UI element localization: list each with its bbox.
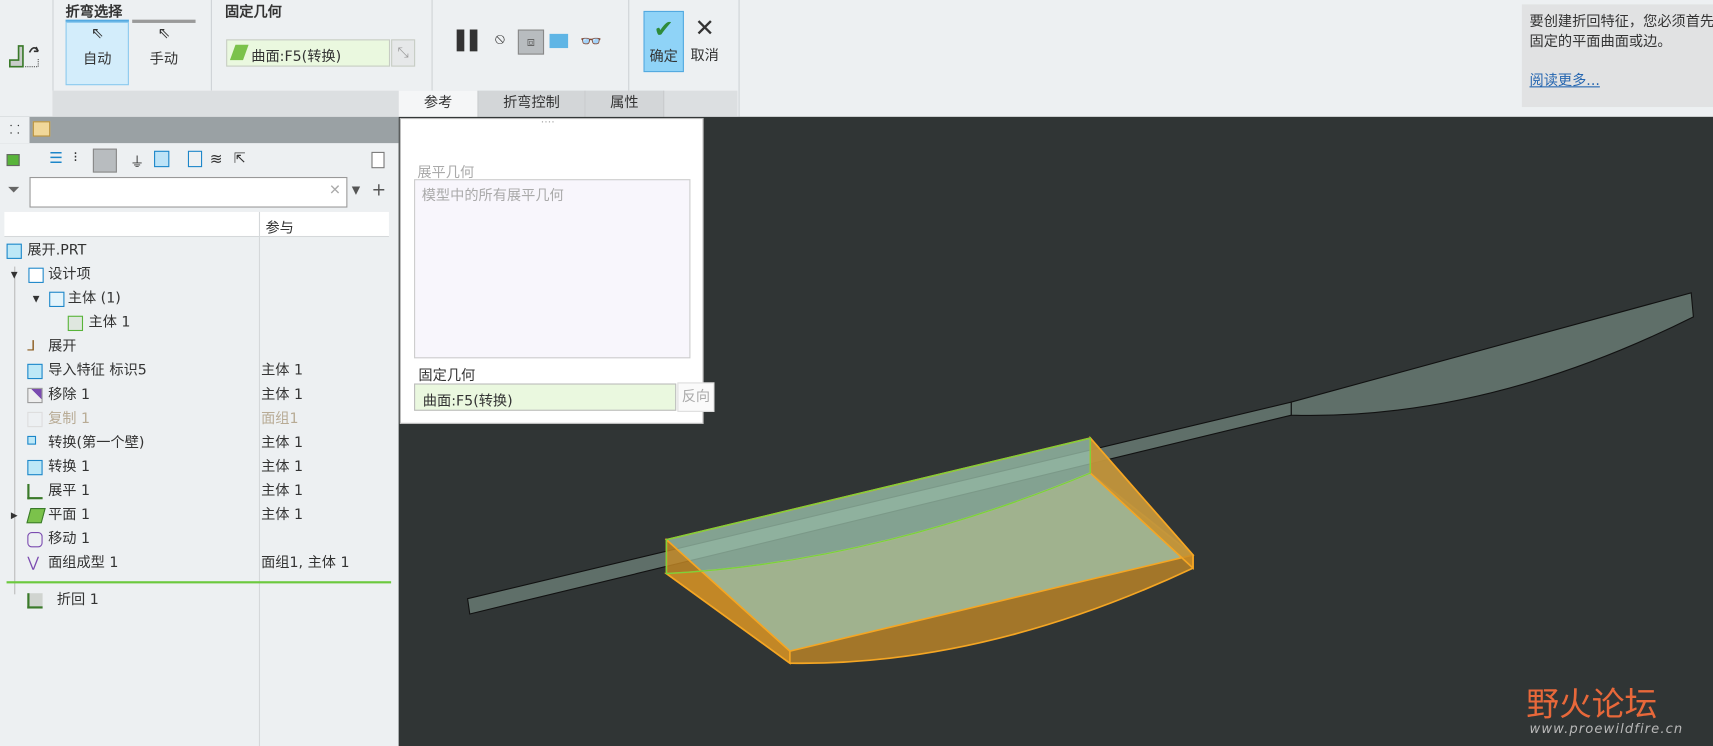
manual-cursor-icon: ⇖ (157, 25, 171, 43)
flange-back-feature-icon (8, 42, 41, 70)
tab-references[interactable]: 参考 (398, 90, 479, 117)
tree-filter-icon[interactable]: ⏚ (130, 151, 144, 171)
remove-icon (27, 387, 43, 404)
ok-button[interactable]: ✔ 确定 (643, 10, 684, 73)
panel-grip[interactable]: ···· (541, 117, 555, 129)
checkmark-icon: ✔ (653, 16, 674, 44)
manual-button[interactable]: ⇖ 手动 (132, 22, 195, 85)
tree-item[interactable]: 移动 1 (0, 528, 393, 552)
pause-button[interactable] (456, 29, 481, 52)
auto-button[interactable]: ⇖ 自动 (65, 21, 129, 86)
tree-item[interactable]: 导入特征 标识5 主体 1 (0, 359, 393, 383)
tree-item[interactable]: 复制 1 面组1 (0, 408, 393, 432)
page-icon[interactable] (371, 151, 385, 169)
layers-icon[interactable]: ≋ (210, 151, 223, 168)
expand-all-icon[interactable]: ☰ (49, 150, 63, 167)
tree-item[interactable]: 主体 1 (0, 311, 393, 335)
tab-properties[interactable]: 属性 (585, 90, 665, 117)
tree-toolbar: ☰ ⁝ ⏚ ≋ ⇱ (0, 147, 399, 173)
filter-icon: ⏷ (7, 181, 20, 199)
surface-icon (229, 44, 249, 61)
tree-item[interactable]: 展开.PRT (0, 239, 393, 263)
help-panel: 要创建折回特征，您必须首先 固定的平面曲面或边。 阅读更多... (1521, 4, 1713, 108)
tree-columns-icon[interactable] (154, 150, 170, 168)
column-header-participation[interactable]: 参与 (265, 216, 293, 237)
cancel-button[interactable]: ✕ 取消 (686, 13, 723, 72)
bodies-icon (49, 291, 65, 307)
select-tree-icon[interactable]: ⇱ (234, 151, 246, 167)
watermark-url: www.proewildfire.cn (1529, 721, 1684, 737)
glasses-icon[interactable]: 👓 (580, 31, 602, 52)
collapse-icon[interactable]: ⁝ (73, 150, 78, 166)
preview-geometry-button[interactable]: ⧈ (517, 29, 545, 55)
bend-select-title: 折弯选择 (65, 4, 123, 21)
tree-item[interactable]: ▼ 主体 (1) (0, 287, 393, 311)
references-panel: ···· 展平几何 模型中的所有展平几何 固定几何 曲面:F5(转换) 反向 (399, 117, 715, 424)
move-icon (27, 532, 43, 548)
tree-item[interactable]: 展平 1 主体 1 (0, 480, 393, 504)
tree-item[interactable]: ▼ 设计项 (0, 263, 393, 287)
settings-list-icon[interactable] (187, 150, 203, 168)
flatten-geometry-collector[interactable]: 模型中的所有展平几何 (414, 179, 691, 359)
show-columns-button[interactable] (92, 148, 117, 173)
part-icon (6, 243, 22, 259)
ribbon: 折弯选择 ⇖ 自动 ⇖ 手动 固定几何 曲面:F5(转换) ⤡ ⦸ ⧈ 👓 ✔ … (0, 0, 1713, 117)
copy-icon (27, 411, 43, 428)
model-tree-panel: ⸬ ☰ ⁝ ⏚ ≋ ⇱ ⏷ ✕ ▼ + 参与 展开.PRT ▼ 设计项 ▼ 主体 (… (0, 116, 399, 746)
no-preview-button[interactable]: ⦸ (495, 31, 505, 48)
tree-item[interactable]: 转换(第一个壁) 主体 1 (0, 432, 393, 456)
strip-surface-right (1290, 292, 1694, 416)
fixed-geometry-field[interactable]: 曲面:F5(转换) (414, 383, 677, 411)
conversion-icon (27, 459, 43, 476)
fixed-geometry-label: 固定几何 (418, 368, 476, 385)
part-icon[interactable] (6, 154, 20, 167)
tree-item[interactable]: ⅃ 展开 (0, 335, 393, 359)
fixed-geometry-collector[interactable]: 曲面:F5(转换) (226, 39, 391, 67)
flatten-icon (27, 483, 43, 500)
tree-item[interactable]: ⋁ 面组成型 1 面组1, 主体 1 (0, 552, 393, 576)
search-dropdown-icon[interactable]: ▼ (352, 185, 360, 197)
flange-back-icon (27, 593, 43, 609)
expand-arrow-icon[interactable]: ▶ (11, 504, 26, 520)
expand-arrow-icon[interactable]: ▼ (33, 287, 48, 304)
tab-bend-control[interactable]: 折弯控制 (478, 90, 586, 117)
tab-model-tree[interactable]: ⸬ (0, 116, 30, 144)
auto-cursor-icon: ⇖ (90, 25, 104, 43)
close-icon: ✕ (694, 15, 715, 43)
verify-mode-button[interactable] (549, 33, 569, 49)
collector-toggle-button[interactable]: ⤡ (391, 39, 416, 67)
tree-item[interactable]: ▶ 平面 1 主体 1 (0, 504, 393, 528)
clear-icon[interactable]: ✕ (329, 182, 341, 198)
tab-folder-browser[interactable] (32, 121, 51, 137)
watermark-logo: 野火论坛 (1526, 686, 1658, 725)
insert-indicator-line[interactable] (6, 581, 392, 584)
tree-item[interactable]: 转换 1 主体 1 (0, 456, 393, 480)
fixed-geometry-title: 固定几何 (225, 4, 282, 21)
csys-icon: ⅃ (27, 338, 36, 356)
add-icon[interactable]: + (371, 179, 386, 200)
plane-icon (26, 508, 46, 524)
tree-header: 参与 (4, 211, 389, 238)
quilt-form-icon: ⋁ (27, 554, 39, 572)
tree-item[interactable]: 移除 1 主体 1 (0, 383, 393, 407)
tree-search-input[interactable]: ✕ (29, 176, 348, 208)
read-more-link[interactable]: 阅读更多... (1530, 73, 1600, 89)
tree-item[interactable]: 折回 1 (0, 589, 393, 613)
import-feature-icon (27, 363, 43, 380)
flip-button[interactable]: 反向 (677, 382, 715, 412)
body-icon (67, 315, 84, 332)
design-items-icon (28, 267, 44, 283)
expand-arrow-icon[interactable]: ▼ (11, 263, 26, 280)
convert-icon (27, 435, 37, 445)
